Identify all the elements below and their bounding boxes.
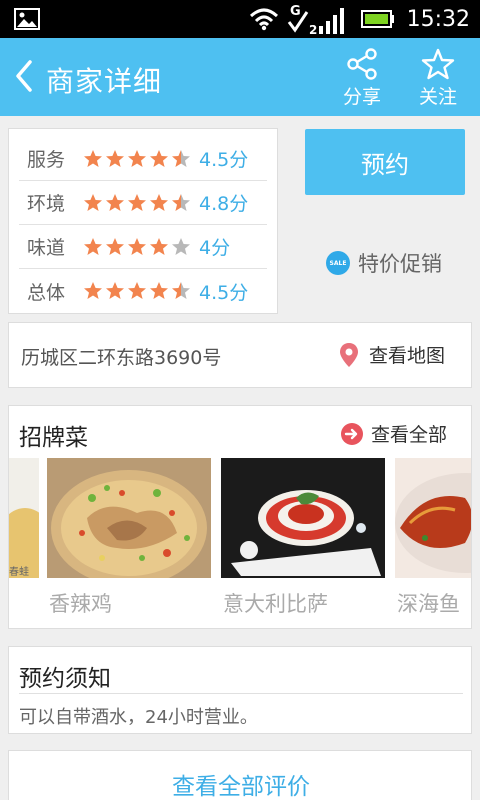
star-icon	[172, 149, 190, 167]
share-label: 分享	[342, 86, 381, 108]
dish-carousel[interactable]: 春蛙 香辣鸡 意大利比萨 深海鱼	[9, 458, 471, 622]
rating-label: 服务	[27, 149, 66, 171]
reviews-card: 查看全部评价	[8, 750, 472, 800]
wifi-icon	[249, 8, 278, 31]
share-button[interactable]: 分享	[332, 46, 392, 108]
star-outline-icon	[421, 48, 455, 80]
star-icon	[106, 282, 124, 299]
signal-sub: 2	[309, 23, 317, 36]
star-icon	[150, 237, 168, 255]
star-icon	[128, 282, 146, 299]
star-icon	[106, 149, 124, 167]
rating-stars	[83, 237, 191, 257]
dish-item[interactable]: 香辣鸡	[47, 458, 211, 618]
star-icon	[128, 149, 146, 167]
star-icon	[84, 282, 102, 299]
star-icon	[128, 237, 146, 255]
battery-icon	[360, 10, 394, 28]
rating-card: 服务 4.5分 环境 4.8分 味道 4分 总体 4.5分	[8, 128, 278, 314]
star-icon	[84, 237, 102, 255]
map-pin-icon	[340, 342, 358, 367]
arrow-right-icon	[341, 422, 363, 445]
see-all-dishes-button[interactable]: 查看全部	[341, 420, 447, 447]
dish-photo	[221, 458, 385, 578]
share-icon	[347, 48, 377, 80]
see-all-label: 查看全部	[371, 424, 448, 446]
rating-stars	[83, 149, 191, 169]
booking-notice-card: 预约须知 可以自带酒水，24小时营业。	[8, 646, 472, 734]
rating-stars	[83, 281, 191, 301]
dish-item[interactable]: 深海鱼	[395, 458, 471, 618]
signal-icon: G 2	[287, 4, 344, 36]
status-time: 15:32	[406, 6, 470, 32]
book-button[interactable]: 预约	[305, 129, 465, 195]
star-icon	[150, 193, 168, 211]
rating-row-taste: 味道 4分	[19, 225, 267, 269]
star-icon	[84, 149, 102, 167]
app-header: 商家详细 分享 关注	[0, 38, 480, 116]
dishes-title: 招牌菜	[19, 425, 88, 451]
star-icon	[106, 237, 124, 255]
star-icon	[106, 193, 124, 211]
star-icon	[150, 282, 168, 299]
view-map-label: 查看地图	[369, 345, 446, 367]
photo-watermark: 春蛙	[9, 565, 29, 578]
rating-score: 4分	[199, 237, 231, 259]
rating-label: 环境	[27, 193, 66, 215]
rating-row-service: 服务 4.5分	[19, 137, 267, 181]
view-map-button[interactable]: 查看地图	[339, 341, 445, 368]
rating-score: 4.5分	[199, 149, 249, 171]
sale-badge-icon: SALE	[326, 251, 350, 275]
rating-label: 总体	[27, 281, 66, 304]
star-icon	[172, 282, 190, 299]
back-icon[interactable]	[10, 58, 40, 94]
dish-name: 深海鱼	[397, 592, 460, 616]
star-icon	[172, 237, 190, 255]
dish-name: 意大利比萨	[223, 592, 328, 616]
dish-photo	[395, 458, 471, 578]
promo-link[interactable]: SALE 特价促销	[326, 248, 442, 278]
signature-dishes-card: 招牌菜 查看全部 春蛙 香辣鸡 意大利比萨 深海鱼	[8, 405, 472, 629]
follow-label: 关注	[418, 86, 457, 108]
rating-stars	[83, 193, 191, 213]
rating-score: 4.8分	[199, 193, 249, 215]
notice-title: 预约须知	[19, 666, 111, 692]
star-icon	[84, 193, 102, 211]
notice-text: 可以自带酒水，24小时营业。	[19, 707, 258, 728]
address-text: 历城区二环东路3690号	[21, 347, 222, 369]
dish-item[interactable]: 意大利比萨	[221, 458, 385, 618]
star-icon	[128, 193, 146, 211]
dish-photo: 春蛙	[9, 458, 55, 588]
address-card: 历城区二环东路3690号 查看地图	[8, 322, 472, 388]
dish-name: 香辣鸡	[49, 592, 112, 616]
dish-item-partial[interactable]: 春蛙	[9, 458, 55, 588]
rating-score: 4.5分	[199, 281, 249, 304]
rating-label: 味道	[27, 237, 66, 259]
status-bar: G 2 15:32	[0, 0, 480, 38]
dish-photo	[47, 458, 211, 586]
signal-letter: G	[290, 4, 301, 19]
image-notification-icon	[14, 8, 40, 30]
star-icon	[150, 149, 168, 167]
view-all-reviews-button[interactable]: 查看全部评价	[9, 767, 473, 800]
star-icon	[172, 193, 190, 211]
promo-label: 特价促销	[358, 252, 442, 276]
follow-button[interactable]: 关注	[408, 46, 468, 108]
rating-row-environment: 环境 4.8分	[19, 181, 267, 225]
rating-row-overall: 总体 4.5分	[19, 269, 267, 313]
divider	[19, 693, 463, 694]
page-title: 商家详细	[46, 65, 163, 98]
